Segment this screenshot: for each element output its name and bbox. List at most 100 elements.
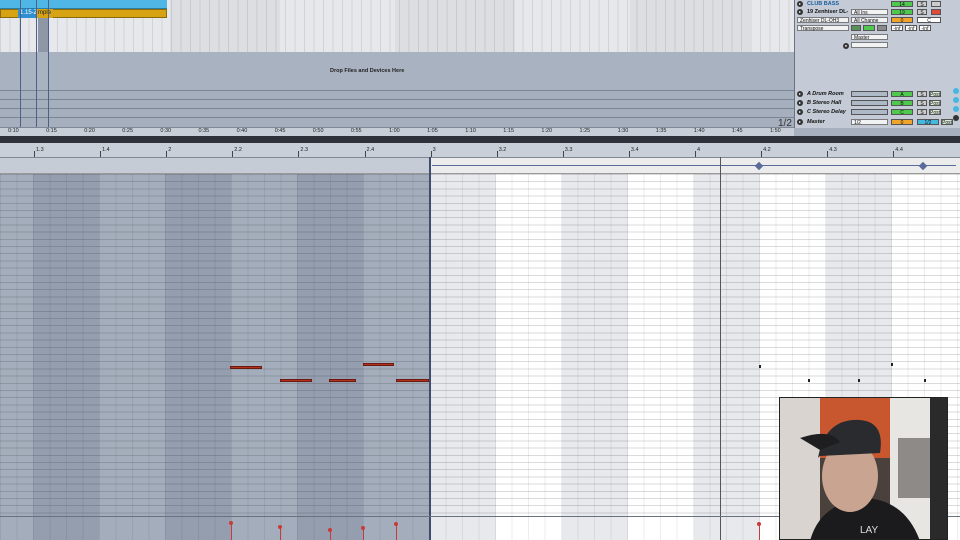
velocity-handle[interactable] bbox=[328, 528, 332, 532]
master-post-button[interactable]: Post bbox=[941, 119, 953, 126]
timeline-label: 0:20 bbox=[84, 128, 95, 134]
return-post-button[interactable]: Post bbox=[929, 100, 941, 107]
track-activator-icon[interactable]: ▸ bbox=[797, 1, 803, 7]
page-indicator: 1/2 bbox=[778, 118, 792, 129]
timeline-label: 0:25 bbox=[122, 128, 134, 134]
ruler-tick bbox=[695, 151, 696, 157]
cue-out-select[interactable]: 1/2 bbox=[851, 119, 888, 126]
track-activator-icon[interactable]: ▸ bbox=[797, 109, 803, 115]
midi-note[interactable] bbox=[230, 366, 262, 369]
track2-arm-button[interactable] bbox=[931, 9, 941, 15]
midi-note-short[interactable] bbox=[924, 379, 926, 382]
velocity-handle[interactable] bbox=[229, 521, 233, 525]
shirt-logo: LAY bbox=[860, 525, 878, 536]
track2-volume[interactable]: 19 bbox=[891, 9, 913, 16]
track-activator-icon[interactable]: ▸ bbox=[797, 100, 803, 106]
timeline-label: 1:30 bbox=[617, 128, 629, 134]
return-track-name[interactable]: C Stereo Delay bbox=[807, 109, 846, 115]
track1-volume[interactable]: 14 bbox=[891, 1, 913, 8]
track-name-club-bass[interactable]: CLUB BASS bbox=[807, 1, 839, 7]
section-separator[interactable] bbox=[0, 136, 960, 143]
timeline-label: 1:20 bbox=[541, 128, 553, 134]
track2-center[interactable]: C bbox=[917, 17, 941, 24]
velocity-handle[interactable] bbox=[361, 526, 365, 530]
output-sub-select[interactable] bbox=[851, 42, 888, 48]
track-activator-icon[interactable]: ▸ bbox=[797, 119, 803, 125]
velocity-handle[interactable] bbox=[278, 525, 282, 529]
monitor-in-button[interactable] bbox=[851, 25, 861, 31]
clip-label-2: mple bbox=[36, 9, 54, 18]
output-select[interactable]: Master bbox=[851, 34, 888, 41]
master-volume[interactable]: 0 bbox=[891, 119, 913, 126]
track2-input-select[interactable]: All Ins bbox=[851, 9, 888, 16]
velocity-stem[interactable] bbox=[396, 524, 397, 540]
return-letter-button[interactable]: C bbox=[891, 109, 913, 116]
channel-select[interactable]: All Channe bbox=[851, 17, 888, 24]
timeline-label: 0:10 bbox=[8, 128, 19, 134]
midi-note-short[interactable] bbox=[808, 379, 810, 382]
monitor-auto-button[interactable] bbox=[863, 25, 875, 31]
master-dot[interactable] bbox=[953, 115, 959, 121]
return-send-dot[interactable] bbox=[953, 88, 959, 94]
return-track-name[interactable]: A Drum Room bbox=[807, 91, 844, 97]
midi-note[interactable] bbox=[329, 379, 356, 382]
ruler-tick bbox=[761, 151, 763, 157]
velocity-handle[interactable] bbox=[757, 522, 761, 526]
track1-solo-button[interactable]: S bbox=[917, 1, 927, 8]
editor-ruler[interactable] bbox=[0, 143, 960, 158]
return-send-slot[interactable] bbox=[851, 109, 888, 115]
webcam-person-image: LAY bbox=[780, 398, 947, 539]
timeline-label: 1:05 bbox=[427, 128, 438, 134]
master-track-name[interactable]: Master bbox=[807, 119, 825, 125]
arrangement-view[interactable]: 1.15-Z mple Drop Files and Devices Here bbox=[0, 0, 794, 128]
device-select[interactable]: Zenhiser DL-OH3 bbox=[797, 17, 849, 24]
return-solo-button[interactable]: S bbox=[917, 91, 927, 98]
timeline-label: 0:35 bbox=[198, 128, 210, 134]
return-solo-button[interactable]: S bbox=[917, 109, 927, 116]
velocity-stem[interactable] bbox=[231, 523, 232, 540]
locator-line bbox=[20, 0, 21, 128]
track2-solo-button[interactable]: S bbox=[917, 9, 927, 16]
timeline-label: 1:00 bbox=[389, 128, 400, 134]
velocity-stem[interactable] bbox=[759, 524, 760, 540]
track1-arm-button[interactable] bbox=[931, 1, 941, 7]
return-letter-button[interactable]: B bbox=[891, 100, 913, 107]
track-name-zenhiser[interactable]: 19 Zenhiser DL- bbox=[807, 9, 848, 15]
ruler-tick bbox=[496, 151, 498, 157]
mixer-panel: ▸ CLUB BASS 14 S ▸ 19 Zenhiser DL- All I… bbox=[794, 0, 960, 128]
midi-note[interactable] bbox=[363, 363, 394, 366]
midi-note-short[interactable] bbox=[891, 363, 893, 366]
monitor-off-button[interactable] bbox=[877, 25, 887, 31]
return-post-button[interactable]: Post bbox=[929, 91, 941, 98]
track2-pan[interactable]: 0 bbox=[891, 17, 913, 24]
midi-note-short[interactable] bbox=[759, 365, 761, 368]
return-send-slot[interactable] bbox=[851, 91, 888, 97]
clip-blue[interactable] bbox=[0, 0, 167, 9]
return-send-slot[interactable] bbox=[851, 100, 888, 106]
track-activator-icon[interactable]: ▸ bbox=[797, 91, 803, 97]
loop-bar-outside[interactable] bbox=[0, 157, 430, 174]
ruler-label: 4.4 bbox=[895, 147, 903, 153]
velocity-handle[interactable] bbox=[394, 522, 398, 526]
master-out[interactable]: 1/2 bbox=[917, 119, 939, 126]
return-post-button[interactable]: Post bbox=[929, 109, 941, 116]
return-solo-button[interactable]: S bbox=[917, 100, 927, 107]
midi-note-short[interactable] bbox=[858, 379, 860, 382]
midi-note[interactable] bbox=[280, 379, 312, 382]
transpose-select[interactable]: Transpose bbox=[797, 25, 849, 32]
timeline-label: 0:55 bbox=[350, 128, 362, 134]
record-icon[interactable]: ● bbox=[843, 43, 849, 49]
ruler-label: 3.2 bbox=[498, 147, 507, 153]
track-activator-icon[interactable]: ▸ bbox=[797, 9, 803, 15]
timeline-label: 0:15 bbox=[46, 128, 57, 134]
return-letter-button[interactable]: A bbox=[891, 91, 913, 98]
return-track-name[interactable]: B Stereo Hall bbox=[807, 100, 841, 106]
ruler-tick bbox=[232, 151, 234, 157]
midi-note[interactable] bbox=[396, 379, 429, 382]
return-send-dot[interactable] bbox=[953, 106, 959, 112]
ruler-tick bbox=[827, 151, 829, 157]
ruler-tick bbox=[562, 151, 564, 157]
return-send-dot[interactable] bbox=[953, 97, 959, 103]
ruler-tick bbox=[34, 151, 35, 157]
timeline-label: 0:45 bbox=[274, 128, 286, 134]
